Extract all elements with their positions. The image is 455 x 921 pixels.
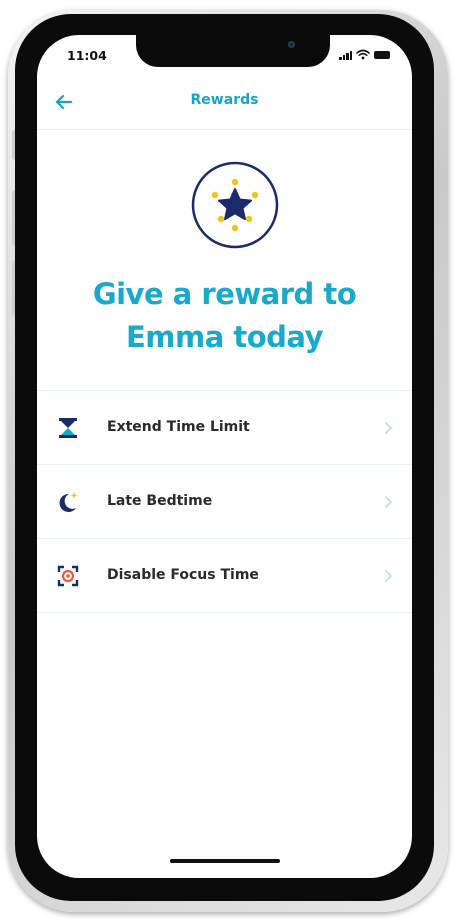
home-indicator[interactable] <box>170 859 280 863</box>
reward-badge <box>191 161 279 249</box>
hourglass-icon <box>59 418 77 438</box>
cellular-signal-icon <box>339 50 352 60</box>
reward-headline: Give a reward to Emma today <box>37 273 412 359</box>
status-icons <box>339 49 390 60</box>
battery-icon <box>374 50 390 59</box>
focus-target-icon <box>57 565 79 587</box>
front-camera <box>288 41 295 48</box>
status-time: 11:04 <box>67 48 107 63</box>
reward-item-label: Late Bedtime <box>107 493 213 509</box>
chevron-right-icon <box>385 570 392 582</box>
chevron-right-icon <box>385 422 392 434</box>
reward-item-label: Disable Focus Time <box>107 567 259 583</box>
nav-bar: Rewards <box>37 75 412 130</box>
app-screen: 11:04 Rewards Give a reward to Emma toda… <box>37 35 412 878</box>
star-badge-icon <box>191 161 279 249</box>
page-title: Rewards <box>190 92 259 108</box>
moon-star-icon <box>59 492 78 512</box>
chevron-right-icon <box>385 496 392 508</box>
reward-item-late-bedtime[interactable]: Late Bedtime <box>37 465 412 539</box>
rewards-list: Extend Time Limit Late Bedtime Disable F… <box>37 390 412 613</box>
reward-item-disable-focus-time[interactable]: Disable Focus Time <box>37 539 412 613</box>
headline-line-2: Emma today <box>125 320 324 354</box>
notch <box>136 35 330 67</box>
wifi-icon <box>356 49 370 60</box>
headline-line-1: Give a reward to <box>92 277 357 311</box>
reward-item-extend-time-limit[interactable]: Extend Time Limit <box>37 391 412 465</box>
reward-item-label: Extend Time Limit <box>107 419 250 435</box>
